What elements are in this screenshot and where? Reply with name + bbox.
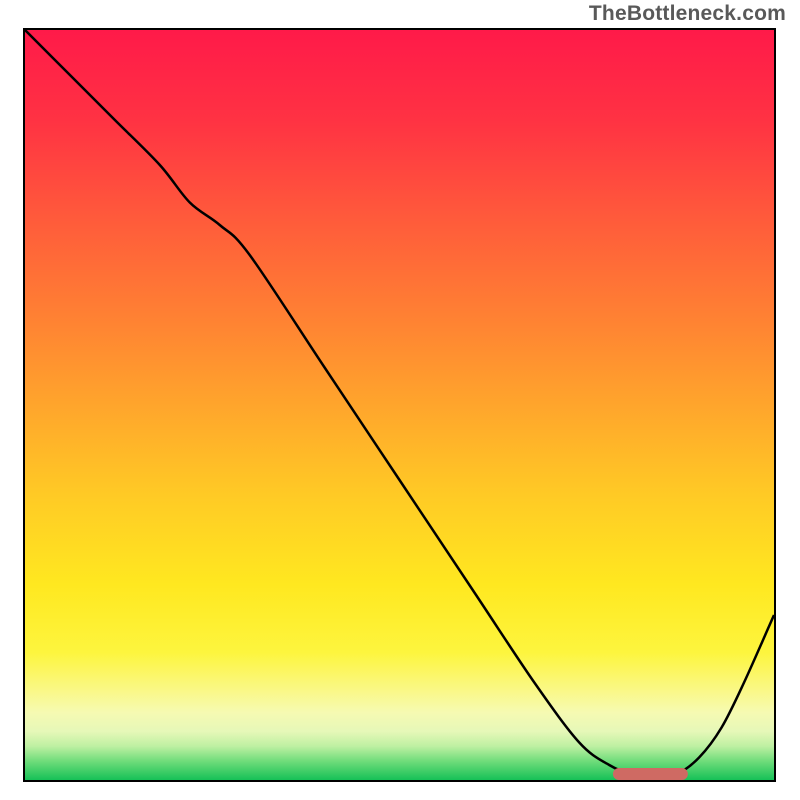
- bottleneck-curve: [25, 30, 774, 776]
- curve-layer: [25, 30, 774, 780]
- watermark-text: TheBottleneck.com: [589, 2, 786, 26]
- plot-area: [23, 28, 776, 782]
- chart-frame: TheBottleneck.com: [0, 0, 800, 800]
- optimal-flat-band: [613, 768, 688, 780]
